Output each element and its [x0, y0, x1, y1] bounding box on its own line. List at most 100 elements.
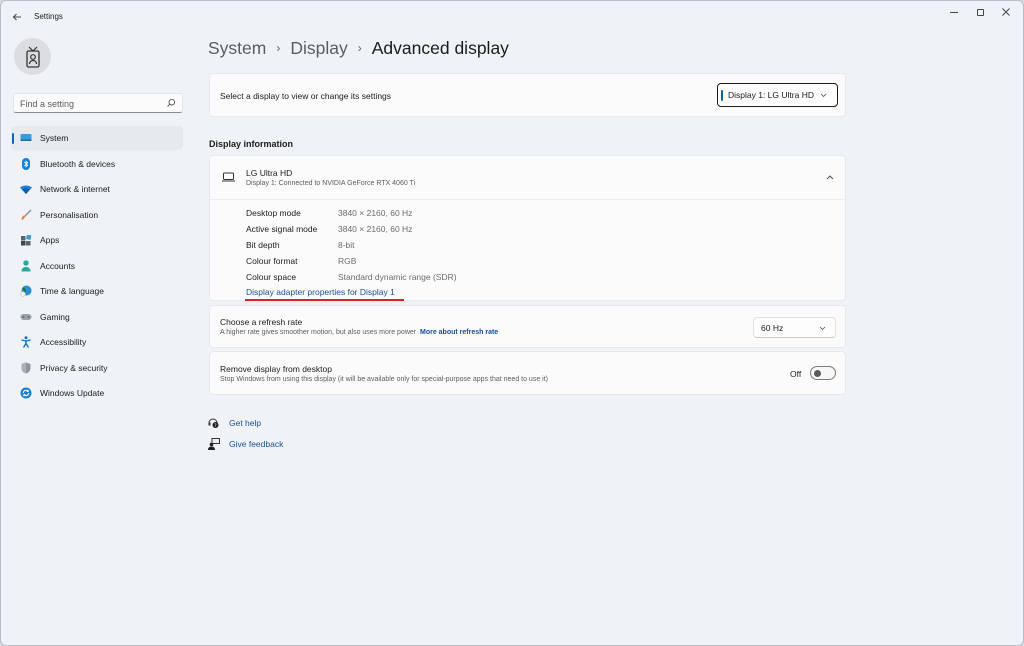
help-chat-icon: ?: [208, 417, 220, 429]
select-display-label: Select a display to view or change its s…: [220, 91, 392, 101]
remove-display-title: Remove display from desktop: [220, 364, 332, 374]
remove-display-toggle[interactable]: [810, 366, 836, 380]
chevron-down-icon: [819, 91, 827, 99]
page-title: Advanced display: [371, 38, 509, 58]
annotation-underline: [245, 299, 404, 301]
search-input[interactable]: [20, 97, 160, 110]
laptop-icon: [222, 172, 235, 182]
app-title: Settings: [34, 12, 63, 21]
toggle-state-label: Off: [790, 369, 802, 379]
gamepad-icon: [20, 311, 32, 323]
chevron-up-icon[interactable]: [826, 173, 834, 181]
info-key: Colour space: [246, 272, 297, 282]
display-info-header[interactable]: LG Ultra HD Display 1: Connected to NVID…: [210, 156, 845, 200]
maximize-button[interactable]: [967, 5, 993, 19]
give-feedback-label: Give feedback: [229, 439, 284, 449]
monitor-name: LG Ultra HD: [246, 168, 293, 178]
info-key: Colour format: [246, 256, 298, 266]
bluetooth-icon: [20, 157, 32, 170]
sidebar-nav: System Bluetooth & devices Network & int…: [11, 126, 183, 407]
shield-icon: [20, 362, 32, 374]
sidebar-item-accounts[interactable]: Accounts: [11, 254, 183, 278]
sidebar-item-label: Accessibility: [40, 337, 87, 347]
sidebar-item-label: Apps: [40, 235, 60, 245]
sidebar-item-system[interactable]: System: [11, 126, 183, 150]
sidebar-item-label: Personalisation: [40, 209, 99, 220]
info-value: 3840 × 2160, 60 Hz: [338, 224, 413, 234]
back-button[interactable]: [9, 9, 25, 25]
breadcrumb-system[interactable]: System: [208, 38, 266, 59]
apps-icon: [20, 234, 32, 246]
sidebar-item-personalisation[interactable]: Personalisation: [11, 203, 183, 227]
info-value: 8-bit: [338, 240, 355, 250]
focus-accent: [721, 90, 723, 101]
chevron-down-icon: [818, 324, 826, 332]
select-display-card: Select a display to view or change its s…: [209, 73, 846, 117]
info-key: Bit depth: [246, 240, 280, 250]
paintbrush-icon: [20, 209, 32, 221]
monitor-icon: [20, 132, 32, 144]
refresh-rate-description-text: A higher rate gives smoother motion, but…: [220, 329, 417, 336]
sidebar-item-label: Privacy & security: [40, 362, 108, 373]
title-bar: Settings: [1, 1, 1023, 31]
sidebar-item-label: Windows Update: [40, 388, 105, 398]
refresh-rate-card: Choose a refresh rate A higher rate give…: [209, 305, 846, 348]
refresh-rate-dropdown[interactable]: 60 Hz: [753, 317, 836, 338]
active-indicator: [12, 133, 14, 144]
more-about-refresh-rate-link[interactable]: More about refresh rate: [420, 329, 498, 336]
maximize-icon: [976, 8, 984, 16]
sidebar-item-time-language[interactable]: Time & language: [11, 279, 183, 303]
search-icon[interactable]: [166, 98, 176, 108]
monitor-connection: Display 1: Connected to NVIDIA GeForce R…: [246, 180, 416, 187]
section-title-display-information: Display information: [209, 139, 294, 149]
sidebar-item-label: Time & language: [40, 286, 104, 296]
wifi-icon: [20, 183, 32, 195]
breadcrumb-display[interactable]: Display: [290, 38, 347, 59]
refresh-rate-title: Choose a refresh rate: [220, 317, 303, 327]
sidebar-item-label: Accounts: [40, 260, 75, 271]
sidebar-item-label: System: [40, 133, 69, 143]
get-help-link[interactable]: ? Get help: [208, 416, 261, 430]
accessibility-icon: [20, 336, 32, 348]
sidebar-item-gaming[interactable]: Gaming: [11, 305, 183, 329]
display-information-card: LG Ultra HD Display 1: Connected to NVID…: [209, 155, 846, 301]
remove-display-card: Remove display from desktop Stop Windows…: [209, 351, 846, 395]
display-dropdown[interactable]: Display 1: LG Ultra HD: [717, 83, 838, 107]
id-badge-icon: [25, 46, 40, 68]
breadcrumb-separator: ›: [357, 41, 362, 55]
search-field[interactable]: [13, 93, 183, 113]
minimize-icon: [950, 11, 958, 13]
remove-display-description: Stop Windows from using this display (it…: [220, 376, 548, 383]
close-icon: [1002, 8, 1010, 16]
give-feedback-link[interactable]: Give feedback: [208, 437, 283, 451]
feedback-icon: [208, 438, 220, 450]
sidebar-item-accessibility[interactable]: Accessibility: [11, 330, 183, 354]
refresh-rate-value: 60 Hz: [761, 323, 784, 333]
sidebar-item-privacy-security[interactable]: Privacy & security: [11, 356, 183, 380]
sidebar-item-apps[interactable]: Apps: [11, 228, 183, 252]
sidebar-item-bluetooth[interactable]: Bluetooth & devices: [11, 152, 183, 176]
back-arrow-icon: [12, 13, 21, 21]
settings-window: Settings System: [0, 0, 1024, 646]
sidebar-item-network[interactable]: Network & internet: [11, 177, 183, 201]
get-help-label: Get help: [229, 418, 262, 428]
info-key: Active signal mode: [246, 224, 318, 234]
display-info-details: Desktop mode 3840 × 2160, 60 Hz Active s…: [210, 201, 845, 301]
minimize-button[interactable]: [941, 5, 967, 19]
person-icon: [20, 259, 32, 272]
sidebar-item-label: Network & internet: [40, 184, 110, 194]
breadcrumb-separator: ›: [276, 41, 281, 55]
refresh-rate-description: A higher rate gives smoother motion, but…: [220, 329, 498, 336]
info-value: Standard dynamic range (SDR): [338, 272, 457, 282]
sidebar-item-windows-update[interactable]: Windows Update: [11, 381, 183, 405]
user-avatar[interactable]: [14, 38, 51, 75]
display-adapter-properties-link[interactable]: Display adapter properties for Display 1: [246, 287, 395, 297]
info-value: 3840 × 2160, 60 Hz: [338, 208, 413, 218]
toggle-knob: [814, 369, 821, 377]
close-button[interactable]: [993, 5, 1019, 19]
update-icon: [20, 387, 32, 399]
display-dropdown-value: Display 1: LG Ultra HD: [728, 90, 814, 100]
globe-clock-icon: [20, 285, 32, 297]
sidebar-item-label: Bluetooth & devices: [40, 158, 116, 169]
info-key: Desktop mode: [246, 208, 301, 218]
